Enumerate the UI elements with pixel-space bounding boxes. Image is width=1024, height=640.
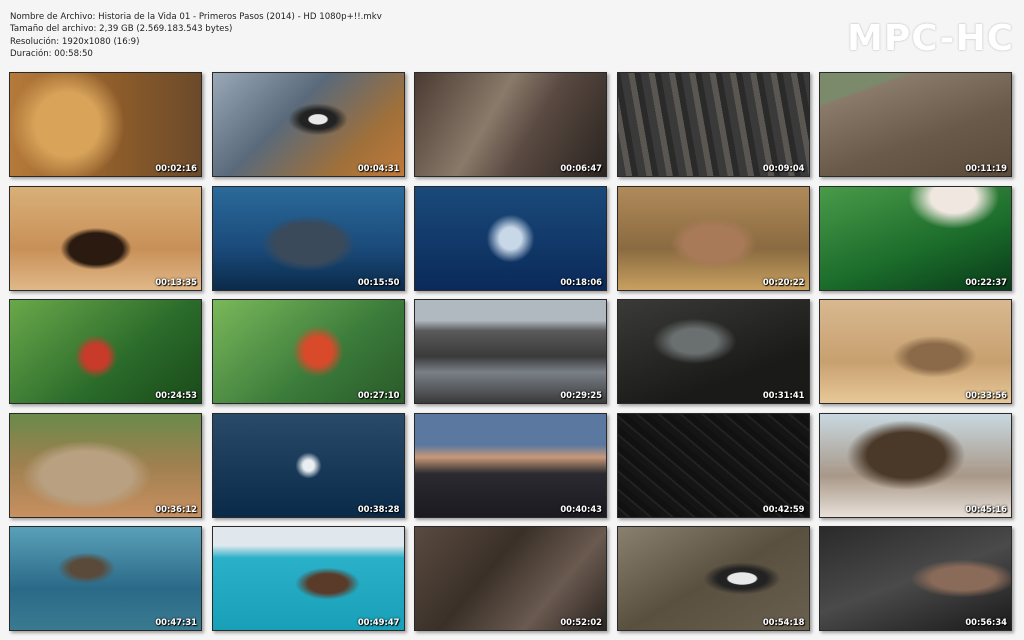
timestamp: 00:02:16 <box>155 163 197 173</box>
timestamp: 00:49:47 <box>357 617 400 627</box>
thumbnail: 00:22:37 <box>819 185 1012 291</box>
thumbnail: 00:20:22 <box>616 185 810 291</box>
file-resolution: Resolución: 1920x1080 (16:9) <box>10 36 140 47</box>
timestamp: 00:15:50 <box>357 276 400 287</box>
timestamp: 00:47:31 <box>155 617 197 627</box>
file-duration: Duración: 00:58:50 <box>10 48 93 59</box>
timestamp: 00:56:34 <box>965 617 1007 627</box>
thumbnail: 00:24:53 <box>9 299 202 404</box>
thumbnail: 00:15:50 <box>211 185 405 291</box>
timestamp: 00:09:04 <box>762 163 805 173</box>
timestamp: 00:54:18 <box>762 617 805 627</box>
timestamp: 00:52:02 <box>560 617 602 627</box>
thumbnail: 00:04:31 <box>211 72 405 177</box>
thumbnail: 00:27:10 <box>211 299 405 404</box>
thumbnail: 00:06:47 <box>414 72 607 177</box>
file-size: Tamaño del archivo: 2,39 GB (2.569.183.5… <box>10 24 233 35</box>
thumbnail: 00:45:16 <box>819 412 1012 518</box>
timestamp: 00:11:19 <box>965 163 1007 173</box>
timestamp: 00:13:35 <box>155 276 197 287</box>
thumbnail: 00:47:31 <box>9 526 202 631</box>
timestamp: 00:36:12 <box>155 503 197 514</box>
timestamp: 00:31:41 <box>762 390 805 400</box>
file-info-panel: Nombre de Archivo: Historia de la Vida 0… <box>10 11 382 60</box>
timestamp: 00:42:59 <box>762 503 805 514</box>
timestamp: 00:22:37 <box>965 276 1007 287</box>
timestamp: 00:18:06 <box>560 276 602 287</box>
thumbnail: 00:56:34 <box>819 526 1012 631</box>
timestamp: 00:33:56 <box>965 390 1007 400</box>
thumbnail: 00:13:35 <box>9 185 202 291</box>
timestamp: 00:27:10 <box>357 390 400 400</box>
thumbnail: 00:52:02 <box>414 526 607 631</box>
thumbnail: 00:38:28 <box>211 412 405 518</box>
thumbnail-grid: 00:02:16 00:04:31 00:06:47 00:09:04 00:1… <box>9 72 1012 631</box>
thumbnail: 00:54:18 <box>616 526 810 631</box>
thumbnail: 00:42:59 <box>616 412 810 518</box>
timestamp: 00:45:16 <box>965 503 1007 514</box>
thumbnail: 00:36:12 <box>9 412 202 518</box>
timestamp: 00:29:25 <box>560 390 602 400</box>
thumbnail: 00:49:47 <box>211 526 405 631</box>
thumbnail: 00:29:25 <box>414 299 607 404</box>
thumbnail: 00:33:56 <box>819 299 1012 404</box>
timestamp: 00:04:31 <box>357 163 400 173</box>
timestamp: 00:24:53 <box>155 390 197 400</box>
thumbnail: 00:18:06 <box>414 185 607 291</box>
brand-logo: MPC-HC <box>847 18 1014 59</box>
timestamp: 00:40:43 <box>560 503 602 514</box>
timestamp: 00:06:47 <box>560 163 602 173</box>
timestamp: 00:20:22 <box>762 276 805 287</box>
file-name: Nombre de Archivo: Historia de la Vida 0… <box>10 12 382 22</box>
timestamp: 00:38:28 <box>357 503 400 514</box>
thumbnail: 00:40:43 <box>414 412 607 518</box>
thumbnail: 00:11:19 <box>819 72 1012 177</box>
thumbnail: 00:09:04 <box>616 72 810 177</box>
thumbnail: 00:31:41 <box>616 299 810 404</box>
thumbnail: 00:02:16 <box>9 72 202 177</box>
